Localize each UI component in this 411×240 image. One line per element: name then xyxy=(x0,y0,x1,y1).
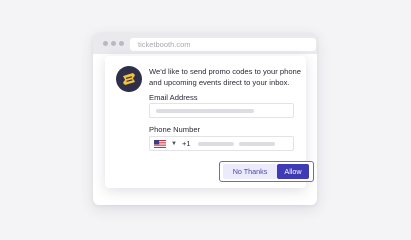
us-flag-icon[interactable] xyxy=(154,140,166,148)
country-dropdown-chevron-icon[interactable]: ▼ xyxy=(171,137,177,151)
no-thanks-button[interactable]: No Thanks xyxy=(223,164,277,179)
allow-button[interactable]: Allow xyxy=(277,164,309,179)
email-label: Email Address xyxy=(149,93,198,102)
browser-toolbar: ticketbooth.com xyxy=(93,33,317,54)
window-control-dot[interactable] xyxy=(103,41,108,46)
address-bar[interactable]: ticketbooth.com xyxy=(130,38,316,51)
window-control-dot[interactable] xyxy=(119,41,124,46)
phone-placeholder xyxy=(198,142,234,146)
phone-label: Phone Number xyxy=(149,125,201,134)
email-field[interactable] xyxy=(149,103,294,118)
phone-placeholder xyxy=(239,142,275,146)
optin-message: We'd like to send promo codes to your ph… xyxy=(149,67,302,87)
brand-logo-icon xyxy=(116,66,142,92)
window-control-dot[interactable] xyxy=(111,41,116,46)
email-placeholder xyxy=(156,109,254,113)
phone-field[interactable]: ▼ +1 xyxy=(149,136,294,151)
consent-actions: No Thanks Allow xyxy=(219,161,314,182)
country-code: +1 xyxy=(182,139,191,148)
